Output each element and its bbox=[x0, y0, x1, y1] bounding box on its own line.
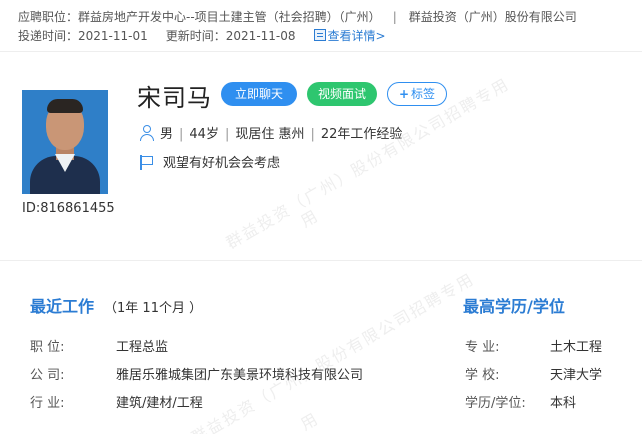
recent-work-heading: 最近工作 bbox=[30, 297, 95, 316]
company-value: 雅居乐雅城集团广东美景环境科技有限公司 bbox=[116, 368, 364, 383]
job-intent: 观望有好机会会考虑 bbox=[139, 152, 280, 171]
job-title-label: 职 位: bbox=[30, 340, 65, 355]
view-details-label: 查看详情> bbox=[327, 29, 386, 43]
view-details-link[interactable]: 查看详情> bbox=[313, 29, 386, 43]
industry-value: 建筑/建材/工程 bbox=[116, 396, 203, 411]
person-icon bbox=[139, 125, 154, 141]
job-title-value: 工程总监 bbox=[116, 340, 169, 355]
chat-now-button[interactable]: 立即聊天 bbox=[221, 82, 297, 106]
position-label: 应聘职位： bbox=[18, 10, 79, 24]
candidate-id: ID:816861455 bbox=[22, 201, 115, 216]
section-divider bbox=[0, 260, 642, 261]
video-interview-button[interactable]: 视频面试 bbox=[307, 82, 377, 106]
add-tag-button[interactable]: + 标签 bbox=[387, 82, 447, 106]
work-experience: 22年工作经验 bbox=[320, 127, 403, 142]
company-name: 群益投资（广州）股份有限公司 bbox=[408, 10, 577, 24]
school-label: 学 校: bbox=[465, 368, 500, 383]
job-intent-text: 观望有好机会会考虑 bbox=[163, 156, 281, 171]
recent-work-title: 最近工作 （1年 11个月 ） bbox=[30, 293, 202, 317]
date-line: 投递时间：2021-11-01 更新时间：2021-11-08 查看详情> bbox=[18, 27, 386, 44]
major-label: 专 业: bbox=[465, 340, 500, 355]
degree-label: 学历/学位: bbox=[465, 396, 526, 411]
info-divider: | bbox=[224, 127, 230, 142]
add-tag-label: 标签 bbox=[411, 87, 436, 101]
flag-icon bbox=[139, 155, 153, 170]
education-title: 最高学历/学位 bbox=[463, 297, 565, 316]
candidate-photo bbox=[22, 90, 108, 194]
watermark: 用 bbox=[297, 408, 323, 434]
degree-value: 本科 bbox=[550, 396, 577, 411]
candidate-basic-info: 男 | 44岁 | 现居住 惠州 | 22年工作经验 bbox=[139, 123, 402, 142]
position-line: 应聘职位：群益房地产开发中心--项目土建主管（社会招聘）（广州） | 群益投资（广州… bbox=[18, 8, 577, 25]
info-divider: | bbox=[179, 127, 184, 142]
watermark: 用 bbox=[297, 205, 323, 232]
position-value: 群益房地产开发中心--项目土建主管（社会招聘）（广州） bbox=[78, 10, 381, 24]
industry-label: 行 业: bbox=[30, 396, 65, 411]
company-label: 公 司: bbox=[30, 368, 65, 383]
gender: 男 bbox=[160, 127, 174, 142]
application-info-bar: 应聘职位：群益房地产开发中心--项目土建主管（社会招聘）（广州） | 群益投资（广州… bbox=[0, 0, 642, 52]
info-divider: | bbox=[310, 127, 315, 142]
header-separator: | bbox=[392, 10, 397, 24]
work-duration: （1年 11个月 ） bbox=[104, 301, 203, 316]
residence: 现居住 惠州 bbox=[235, 127, 305, 142]
update-label: 更新时间： bbox=[165, 29, 226, 43]
update-date: 2021-11-08 bbox=[225, 29, 296, 43]
submit-date: 2021-11-01 bbox=[78, 29, 148, 43]
age: 44岁 bbox=[189, 127, 219, 142]
plus-icon: + bbox=[398, 87, 410, 101]
major-value: 土木工程 bbox=[550, 340, 603, 355]
school-value: 天津大学 bbox=[550, 368, 603, 383]
candidate-name: 宋司马 bbox=[137, 84, 212, 112]
document-icon bbox=[313, 29, 326, 41]
submit-label: 投递时间： bbox=[18, 29, 79, 43]
watermark: 群益投资（广州）股份有限公司招聘专用 bbox=[187, 269, 478, 434]
